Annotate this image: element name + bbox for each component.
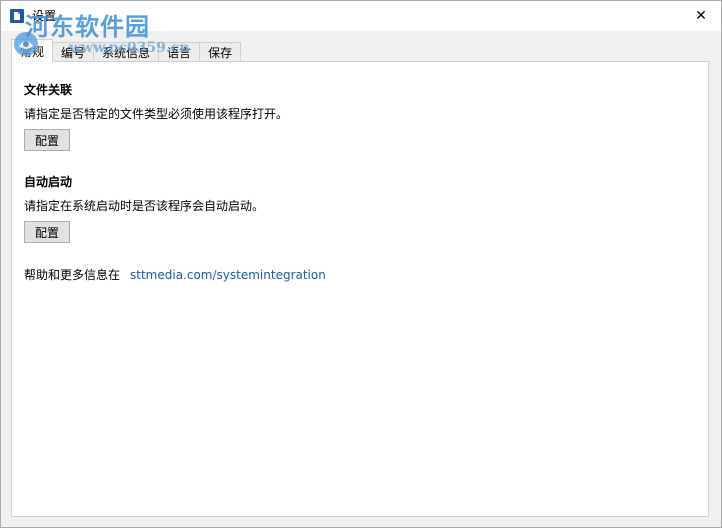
- title-bar: 设置 ✕: [1, 1, 721, 31]
- autostart-description: 请指定在系统启动时是否该程序会自动启动。: [24, 199, 265, 213]
- tab-numbering[interactable]: 编号: [52, 42, 95, 62]
- tab-system-info[interactable]: 系统信息: [93, 42, 160, 62]
- document-icon: [10, 9, 24, 23]
- file-association-description: 请指定是否特定的文件类型必须使用该程序打开。: [24, 107, 289, 121]
- settings-window: 设置 ✕ 河东软件园 www.pc0359.cn 常规 编号 系统信息 语言 保…: [0, 0, 722, 528]
- help-line: 帮助和更多信息在 sttmedia.com/systemintegration: [24, 266, 326, 283]
- help-text: 帮助和更多信息在: [24, 268, 121, 282]
- window-title: 设置: [32, 9, 57, 23]
- file-association-configure-button[interactable]: 配置: [24, 129, 70, 151]
- autostart-title: 自动启动: [24, 175, 73, 189]
- help-link[interactable]: sttmedia.com/systemintegration: [130, 268, 326, 282]
- file-association-title: 文件关联: [24, 83, 73, 97]
- close-button[interactable]: ✕: [681, 1, 721, 31]
- tab-strip: 常规 编号 系统信息 语言 保存: [11, 39, 242, 62]
- tab-panel-general: 文件关联 请指定是否特定的文件类型必须使用该程序打开。 配置 自动启动 请指定在…: [11, 61, 709, 517]
- close-icon: ✕: [695, 8, 707, 24]
- tab-save[interactable]: 保存: [199, 42, 242, 62]
- tab-general[interactable]: 常规: [11, 39, 54, 62]
- tab-language[interactable]: 语言: [158, 42, 201, 62]
- autostart-configure-button[interactable]: 配置: [24, 221, 70, 243]
